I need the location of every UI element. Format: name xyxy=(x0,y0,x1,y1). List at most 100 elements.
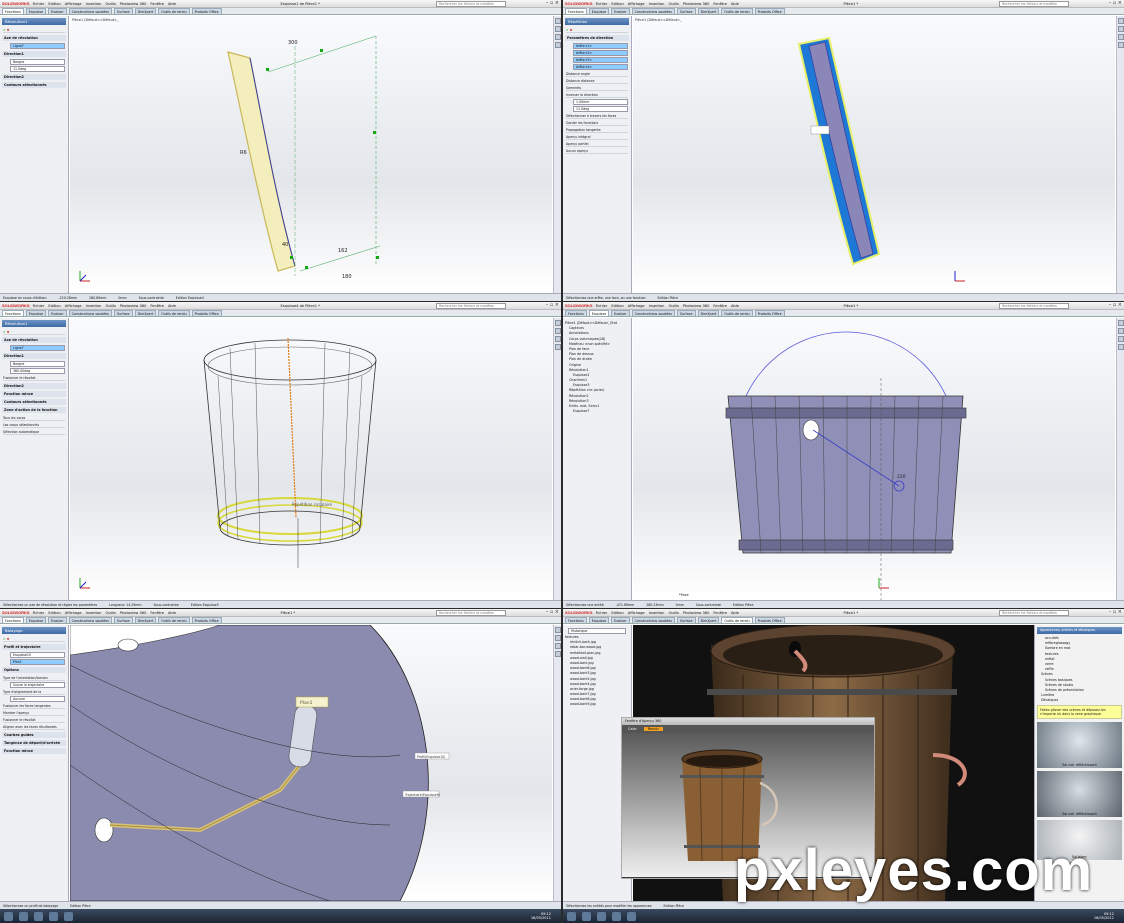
task-pane-tab-icon[interactable] xyxy=(555,320,561,326)
pm-angle-field[interactable]: 11.0deg xyxy=(573,106,628,112)
tab-produits-office[interactable]: Produits Office xyxy=(191,8,222,14)
search-input[interactable]: Rechercher les fichiers et modèles xyxy=(436,303,506,309)
taskpane-tree-item[interactable]: Décalques xyxy=(1037,698,1122,703)
task-pane-tab-icon[interactable] xyxy=(555,42,561,48)
photoview-tab[interactable]: Caler xyxy=(624,727,641,731)
menu-item[interactable]: Insertion xyxy=(649,2,665,6)
tab-constructions[interactable]: Constructions soudées xyxy=(68,310,113,316)
menu-item[interactable]: Outils xyxy=(105,611,115,615)
tab-outils-rendu[interactable]: Outils de rendu xyxy=(721,8,753,14)
menu-item[interactable]: Affichage xyxy=(628,611,645,615)
pm-profile-field[interactable]: Esquisse10 xyxy=(10,652,65,658)
window-controls[interactable]: – ▫ × xyxy=(546,302,559,308)
task-pane-tab-icon[interactable] xyxy=(1118,328,1124,334)
tab-outils-rendu[interactable]: Outils de rendu xyxy=(721,617,753,623)
tab-evaluer[interactable]: Evaluer xyxy=(48,617,67,623)
menu-item[interactable]: Aide xyxy=(731,2,739,6)
pm-ok-cancel[interactable]: ✔ ✖ xyxy=(3,329,65,335)
pm-section[interactable]: Courbes guides xyxy=(2,732,66,738)
tab-constructions[interactable]: Constructions soudées xyxy=(68,617,113,623)
taskbar-app-icon[interactable] xyxy=(34,911,43,921)
task-pane-tab-icon[interactable] xyxy=(1118,320,1124,326)
menu-item[interactable]: Outils xyxy=(105,304,115,308)
tab-produits-office[interactable]: Produits Office xyxy=(754,310,785,316)
pm-radio[interactable]: Les corps sélectionnés xyxy=(3,422,65,428)
tab-produits-office[interactable]: Produits Office xyxy=(754,8,785,14)
menu-item[interactable]: Photoview 360 xyxy=(683,304,710,308)
dimension-label[interactable]: 220 xyxy=(897,474,906,480)
tab-dimxpert[interactable]: DimXpert xyxy=(697,617,720,623)
tab-surface[interactable]: Surface xyxy=(114,617,133,623)
tab-surface[interactable]: Surface xyxy=(114,8,133,14)
pm-radio[interactable]: Tous les corps xyxy=(3,415,65,421)
menu-item[interactable]: Photoview 360 xyxy=(120,611,147,615)
pm-ok-cancel[interactable]: ✔ ✖ xyxy=(566,27,628,33)
task-pane-tab-icon[interactable] xyxy=(555,18,561,24)
menu-item[interactable]: Affichage xyxy=(628,2,645,6)
menu-item[interactable]: Edition xyxy=(48,611,60,615)
tab-produits-office[interactable]: Produits Office xyxy=(191,617,222,623)
menu-item[interactable]: Outils xyxy=(105,2,115,6)
tab-constructions[interactable]: Constructions soudées xyxy=(631,617,676,623)
menu-item[interactable]: Edition xyxy=(611,611,623,615)
pm-checkbox[interactable]: Montrer l'aperçu xyxy=(3,710,65,716)
task-pane-tab-icon[interactable] xyxy=(555,344,561,350)
tab-dimxpert[interactable]: DimXpert xyxy=(134,310,157,316)
tab-fonctions[interactable]: Fonctions xyxy=(565,617,587,623)
tab-outils-rendu[interactable]: Outils de rendu xyxy=(158,310,190,316)
tab-evaluer[interactable]: Evaluer xyxy=(48,310,67,316)
menu-item[interactable]: Edition xyxy=(48,2,60,6)
tab-constructions[interactable]: Constructions soudées xyxy=(631,310,676,316)
tab-surface[interactable]: Surface xyxy=(677,617,696,623)
pm-checkbox[interactable]: Aligner avec les faces résultantes xyxy=(3,724,65,730)
menu-item[interactable]: Fichier xyxy=(33,304,45,308)
pm-list-item[interactable]: Arête<2> xyxy=(573,50,628,56)
menu-item[interactable]: Fichier xyxy=(596,304,608,308)
pm-angle-field[interactable]: 360.00deg xyxy=(10,368,65,374)
window-controls[interactable]: – ▫ × xyxy=(1109,609,1122,615)
menu-item[interactable]: Fichier xyxy=(33,611,45,615)
menu-item[interactable]: Aide xyxy=(168,2,176,6)
tab-dimxpert[interactable]: DimXpert xyxy=(697,310,720,316)
tab-esquisse[interactable]: Esquisse xyxy=(588,310,610,316)
pm-radio[interactable]: Distance angle xyxy=(566,71,628,77)
taskbar-app-icon[interactable] xyxy=(612,911,621,921)
tab-esquisse[interactable]: Esquisse xyxy=(25,310,47,316)
task-pane-tab-icon[interactable] xyxy=(555,635,561,641)
task-pane-tab-icon[interactable] xyxy=(555,651,561,657)
tab-fonctions[interactable]: Fonctions xyxy=(2,8,24,14)
tab-fonctions[interactable]: Fonctions xyxy=(565,8,587,14)
tab-esquisse[interactable]: Esquisse xyxy=(588,8,610,14)
tab-surface[interactable]: Surface xyxy=(114,310,133,316)
menu-item[interactable]: Edition xyxy=(611,304,623,308)
dimension-label[interactable]: 40 xyxy=(282,242,288,248)
menu-item[interactable]: Photoview 360 xyxy=(683,2,710,6)
pm-checkbox[interactable]: Garder les fonctions xyxy=(566,120,628,126)
menu-item[interactable]: Edition xyxy=(48,304,60,308)
menu-item[interactable]: Affichage xyxy=(65,611,82,615)
pm-ok-cancel[interactable]: ✔ ✖ xyxy=(3,27,65,33)
menu-item[interactable]: Fenêtre xyxy=(150,2,164,6)
pm-section[interactable]: Options xyxy=(2,667,66,673)
task-pane-tab-icon[interactable] xyxy=(555,328,561,334)
tab-produits-office[interactable]: Produits Office xyxy=(191,310,222,316)
menu-item[interactable]: Aide xyxy=(731,304,739,308)
pm-checkbox[interactable]: Fusionner les faces tangentes xyxy=(3,703,65,709)
tab-fonctions[interactable]: Fonctions xyxy=(2,617,24,623)
taskbar-app-icon[interactable] xyxy=(597,911,606,921)
menu-item[interactable]: Insertion xyxy=(649,611,665,615)
menu-item[interactable]: Photoview 360 xyxy=(120,304,147,308)
menu-item[interactable]: Aide xyxy=(168,611,176,615)
scene-thumbnail[interactable]: Sol noir réfléchissant xyxy=(1037,722,1122,769)
menu-item[interactable]: Fenêtre xyxy=(150,611,164,615)
pm-radio[interactable]: Aperçu partiel xyxy=(566,141,628,147)
task-pane-tab-icon[interactable] xyxy=(555,336,561,342)
pm-dropdown[interactable]: Suivre la trajectoire xyxy=(10,682,65,688)
graphics-area[interactable]: Plan1 Profil(Esquisse10) Trajectoire(Esq… xyxy=(70,625,552,901)
pm-section[interactable]: Axe de révolution xyxy=(2,337,66,343)
menu-item[interactable]: Fenêtre xyxy=(713,611,727,615)
pm-radio[interactable]: Aucun aperçu xyxy=(566,148,628,154)
pm-checkbox[interactable]: Sélection automatique xyxy=(3,429,65,435)
pm-list-item[interactable]: Arête<3> xyxy=(573,57,628,63)
menu-item[interactable]: Photoview 360 xyxy=(120,2,147,6)
